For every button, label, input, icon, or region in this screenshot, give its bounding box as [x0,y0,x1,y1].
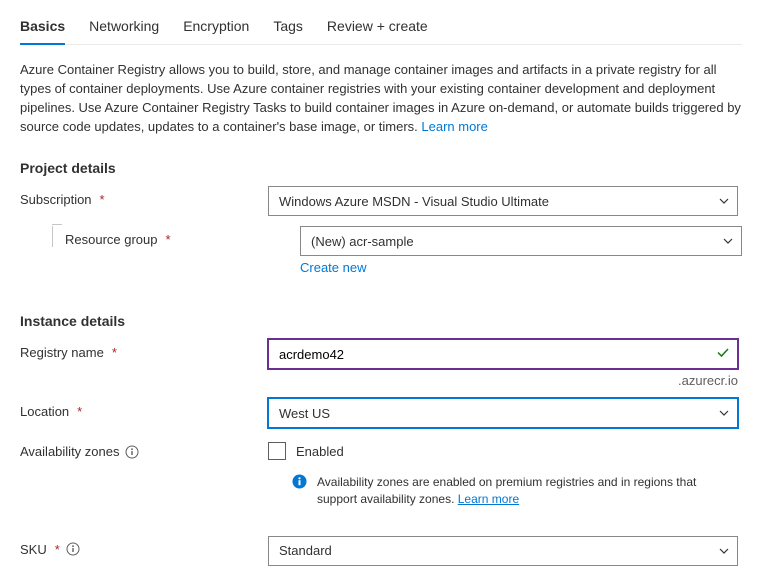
info-icon[interactable] [66,542,80,556]
label-location-text: Location [20,404,69,419]
availability-zones-learn-more-link[interactable]: Learn more [458,492,519,506]
label-registry-name-text: Registry name [20,345,104,360]
label-sku-text: SKU [20,542,47,557]
label-availability-zones: Availability zones [20,438,268,459]
subscription-value: Windows Azure MSDN - Visual Studio Ultim… [279,194,549,209]
required-asterisk: * [77,404,82,419]
label-subscription: Subscription * [20,186,268,207]
label-resource-group-text: Resource group [65,232,158,247]
availability-zones-info: Availability zones are enabled on premiu… [268,474,738,508]
registry-domain-suffix: .azurecr.io [268,373,738,388]
info-icon [292,474,307,508]
checkmark-icon [716,346,730,363]
create-new-link[interactable]: Create new [300,260,366,275]
label-availability-zones-text: Availability zones [20,444,119,459]
section-instance-details: Instance details [20,313,742,329]
tab-encryption[interactable]: Encryption [183,12,249,44]
tab-basics[interactable]: Basics [20,12,65,44]
label-registry-name: Registry name * [20,339,268,360]
required-asterisk: * [55,542,60,557]
availability-zones-enabled-label: Enabled [296,444,344,459]
intro-learn-more-link[interactable]: Learn more [421,119,487,134]
section-project-details: Project details [20,160,742,176]
resource-group-value: (New) acr-sample [311,234,414,249]
label-location: Location * [20,398,268,419]
registry-name-input[interactable] [268,339,738,369]
sku-select[interactable]: Standard [268,536,738,566]
sku-value: Standard [279,543,332,558]
tab-tags[interactable]: Tags [273,12,303,44]
required-asterisk: * [166,232,171,247]
location-select[interactable]: West US [268,398,738,428]
location-value: West US [279,406,330,421]
label-sku: SKU * [20,536,268,557]
info-icon[interactable] [125,445,139,459]
tab-strip: Basics Networking Encryption Tags Review… [20,12,742,45]
intro-text: Azure Container Registry allows you to b… [20,61,742,136]
availability-zones-checkbox[interactable] [268,442,286,460]
label-subscription-text: Subscription [20,192,92,207]
resource-group-select[interactable]: (New) acr-sample [300,226,742,256]
tab-networking[interactable]: Networking [89,12,159,44]
required-asterisk: * [100,192,105,207]
tab-review-create[interactable]: Review + create [327,12,428,44]
required-asterisk: * [112,345,117,360]
subscription-select[interactable]: Windows Azure MSDN - Visual Studio Ultim… [268,186,738,216]
label-resource-group: Resource group * [52,226,300,247]
intro-body: Azure Container Registry allows you to b… [20,62,741,134]
